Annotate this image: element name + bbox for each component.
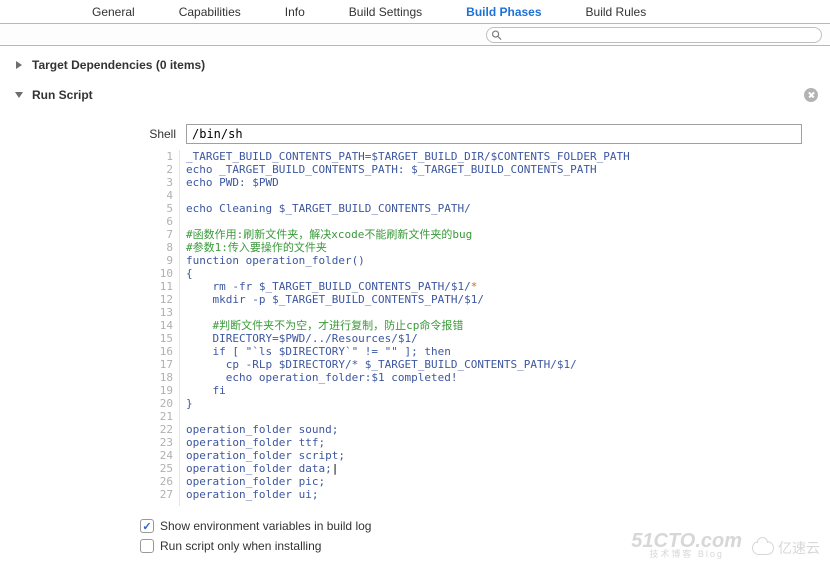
filter-input[interactable] bbox=[486, 27, 822, 43]
phase-title: Run Script bbox=[32, 88, 93, 102]
checkbox-only-install[interactable] bbox=[140, 539, 154, 553]
tab-build-rules[interactable]: Build Rules bbox=[564, 0, 669, 24]
disclosure-right-icon bbox=[14, 60, 24, 70]
tab-bar: General Capabilities Info Build Settings… bbox=[0, 0, 830, 24]
checkbox-show-env[interactable] bbox=[140, 519, 154, 533]
script-code[interactable]: _TARGET_BUILD_CONTENTS_PATH=$TARGET_BUIL… bbox=[180, 150, 802, 506]
filter-bar bbox=[0, 24, 830, 46]
tab-general[interactable]: General bbox=[70, 0, 157, 24]
shell-label: Shell bbox=[124, 127, 176, 141]
tab-info[interactable]: Info bbox=[263, 0, 327, 24]
remove-phase-button[interactable] bbox=[804, 88, 818, 102]
disclosure-down-icon bbox=[14, 90, 24, 100]
phase-title: Target Dependencies bbox=[32, 58, 152, 72]
phase-run-script[interactable]: Run Script bbox=[14, 80, 822, 110]
tab-build-phases[interactable]: Build Phases bbox=[444, 0, 563, 24]
shell-input[interactable] bbox=[186, 124, 802, 144]
phase-target-dependencies[interactable]: Target Dependencies (0 items) bbox=[14, 50, 822, 80]
checkbox-show-env-label: Show environment variables in build log bbox=[160, 519, 371, 533]
search-icon bbox=[491, 29, 502, 40]
checkbox-only-install-label: Run script only when installing bbox=[160, 539, 321, 553]
phase-count: (0 items) bbox=[156, 58, 205, 72]
run-script-body: Shell 1234567891011121314151617181920212… bbox=[124, 124, 802, 506]
script-editor[interactable]: 1234567891011121314151617181920212223242… bbox=[124, 150, 802, 506]
tab-capabilities[interactable]: Capabilities bbox=[157, 0, 263, 24]
line-gutter: 1234567891011121314151617181920212223242… bbox=[124, 150, 180, 506]
tab-build-settings[interactable]: Build Settings bbox=[327, 0, 444, 24]
